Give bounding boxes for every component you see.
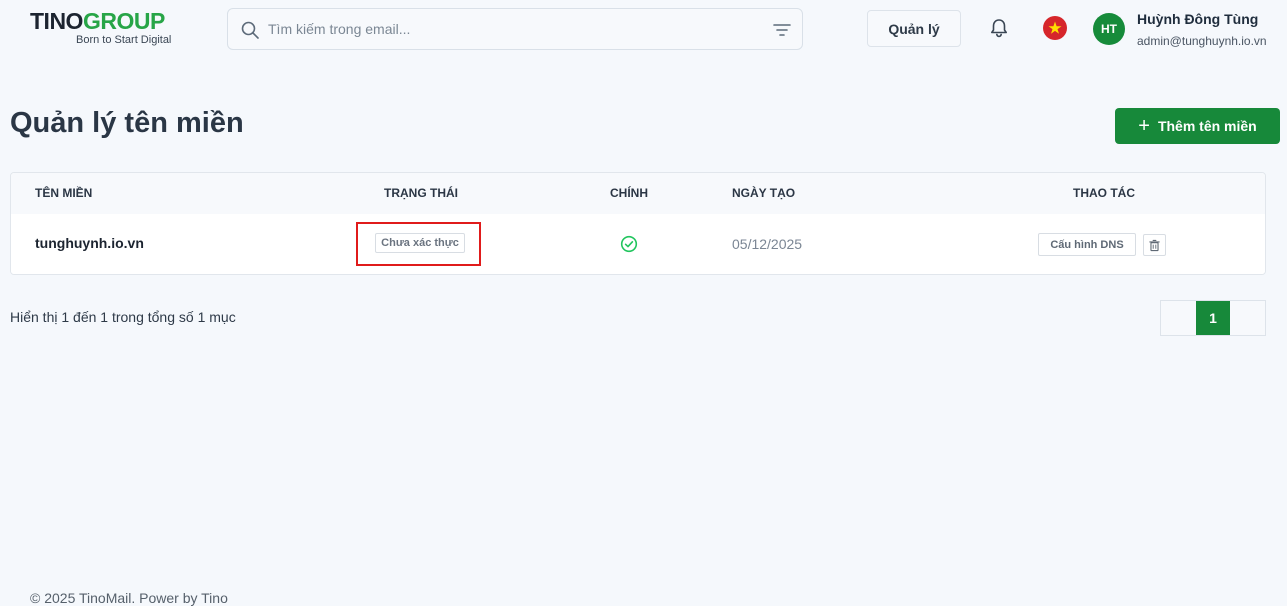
pagination: 1 bbox=[1160, 300, 1266, 336]
table-header: TÊN MIỀN TRẠNG THÁI CHÍNH NGÀY TẠO THAO … bbox=[11, 173, 1265, 214]
domain-name[interactable]: tunghuynh.io.vn bbox=[35, 235, 144, 251]
column-header-primary: CHÍNH bbox=[610, 186, 648, 200]
bell-icon[interactable] bbox=[988, 17, 1010, 39]
page-title: Quản lý tên miền bbox=[10, 107, 244, 139]
column-header-status: TRẠNG THÁI bbox=[384, 186, 458, 200]
configure-dns-button[interactable]: Cấu hình DNS bbox=[1038, 233, 1136, 256]
pagination-page-1[interactable]: 1 bbox=[1195, 301, 1231, 335]
pagination-prev[interactable] bbox=[1161, 301, 1196, 335]
logo-text-tino: TINO bbox=[30, 8, 83, 34]
top-header: TINOGROUP Born to Start Digital Quản lý … bbox=[0, 0, 1287, 60]
avatar[interactable]: HT bbox=[1093, 13, 1125, 45]
table-row: tunghuynh.io.vn Chưa xác thực 05/12/2025… bbox=[11, 214, 1265, 274]
user-email: admin@tunghuynh.io.vn bbox=[1137, 34, 1267, 48]
manage-button[interactable]: Quản lý bbox=[867, 10, 961, 47]
status-badge: Chưa xác thực bbox=[375, 233, 465, 253]
check-circle-icon bbox=[620, 235, 638, 253]
pagination-summary: Hiển thị 1 đến 1 trong tổng số 1 mục bbox=[10, 309, 236, 325]
logo-tagline: Born to Start Digital bbox=[76, 34, 172, 46]
delete-button[interactable] bbox=[1143, 234, 1166, 256]
filter-icon[interactable] bbox=[772, 21, 792, 39]
search-input[interactable] bbox=[268, 17, 748, 41]
domain-table: TÊN MIỀN TRẠNG THÁI CHÍNH NGÀY TẠO THAO … bbox=[10, 172, 1266, 275]
plus-icon: + bbox=[1138, 115, 1150, 137]
created-date: 05/12/2025 bbox=[732, 236, 803, 252]
tino-group-logo[interactable]: TINOGROUP Born to Start Digital bbox=[30, 8, 190, 50]
add-domain-button[interactable]: + Thêm tên miền bbox=[1115, 108, 1280, 144]
search-bar bbox=[227, 8, 803, 50]
user-name: Huỳnh Đông Tùng bbox=[1137, 11, 1259, 27]
footer-copyright: © 2025 TinoMail. Power by Tino bbox=[30, 590, 228, 606]
column-header-actions: THAO TÁC bbox=[1073, 186, 1135, 200]
vietnam-flag-icon[interactable] bbox=[1043, 16, 1067, 40]
add-domain-label: Thêm tên miền bbox=[1157, 118, 1257, 134]
pagination-next[interactable] bbox=[1230, 301, 1265, 335]
search-icon bbox=[241, 21, 259, 39]
column-header-created: NGÀY TẠO bbox=[732, 186, 796, 200]
logo-text-group: GROUP bbox=[82, 8, 165, 34]
logo-text: TINOGROUP bbox=[30, 8, 190, 34]
trash-icon bbox=[1149, 239, 1160, 251]
column-header-domain: TÊN MIỀN bbox=[35, 186, 93, 200]
